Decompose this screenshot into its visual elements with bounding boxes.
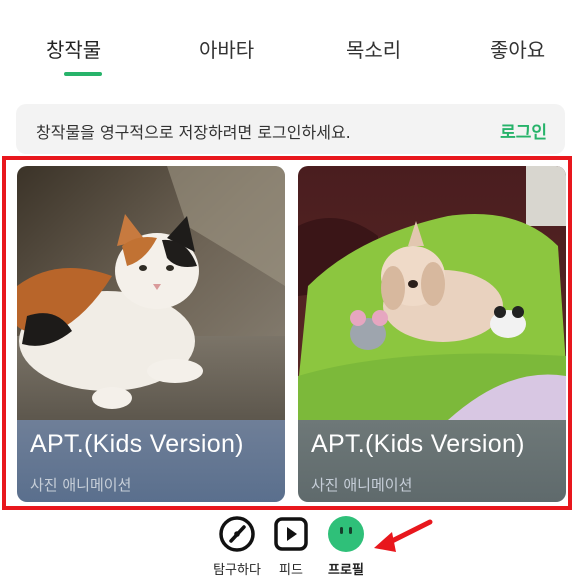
tab-avatar[interactable]: 아바타 <box>199 34 254 63</box>
tab-likes[interactable]: 좋아요 <box>490 34 545 63</box>
login-link[interactable]: 로그인 <box>500 118 547 143</box>
tab-bar: 창작물 아바타 목소리 좋아요 <box>0 0 580 90</box>
tab-creations[interactable]: 창작물 <box>46 34 101 63</box>
profile-face-icon <box>328 516 364 552</box>
play-icon <box>274 517 308 551</box>
bottom-nav: 탐구하다 피드 프로필 <box>0 512 580 581</box>
login-banner: 창작물을 영구적으로 저장하려면 로그인하세요. 로그인 <box>16 104 565 154</box>
tab-voice[interactable]: 목소리 <box>346 34 401 63</box>
annotation-arrow-icon <box>374 519 433 552</box>
nav-profile-label: 프로필 <box>328 563 364 578</box>
highlight-box <box>2 156 572 510</box>
active-tab-indicator <box>64 72 102 76</box>
login-prompt-text: 창작물을 영구적으로 저장하려면 로그인하세요. <box>36 123 351 142</box>
compass-icon <box>219 516 255 552</box>
